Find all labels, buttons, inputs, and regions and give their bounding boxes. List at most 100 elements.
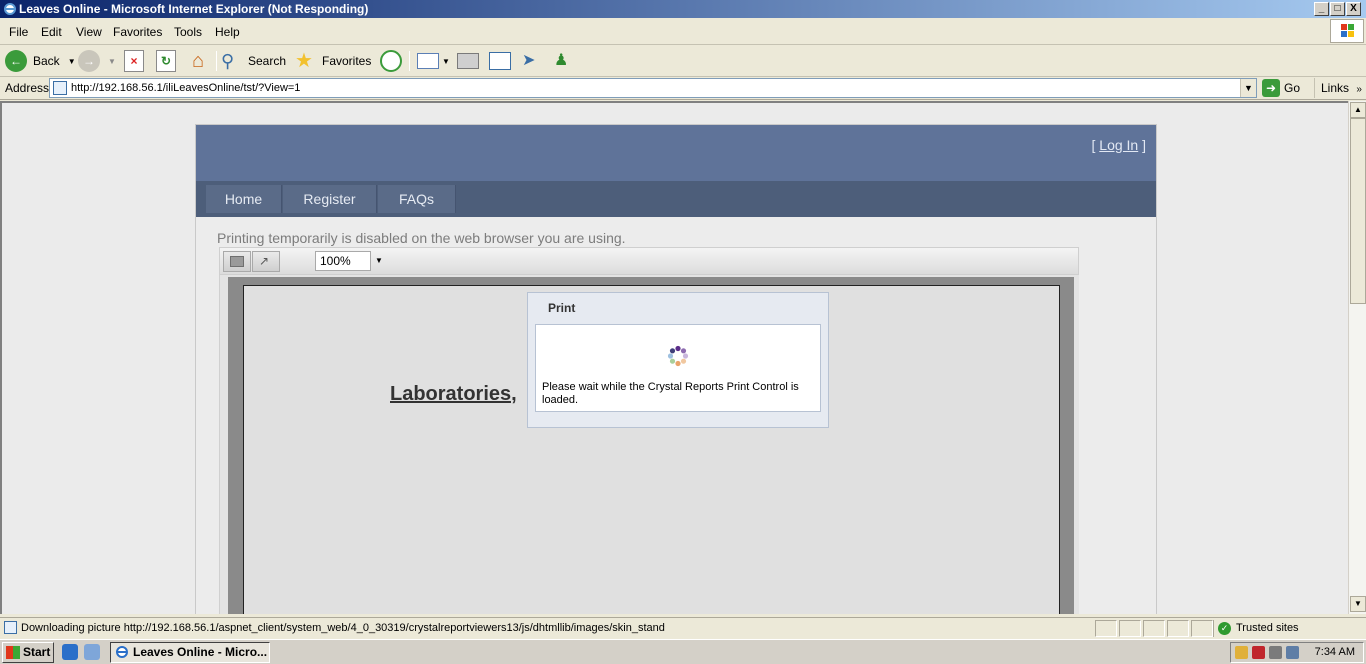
chevron-right-icon: » <box>1356 84 1362 95</box>
printer-icon <box>230 256 244 267</box>
scroll-down-icon[interactable]: ▼ <box>1350 596 1366 612</box>
messenger-icon: ♟ <box>554 52 569 69</box>
page-viewport: [ Log In ] Home Register FAQs Printing t… <box>0 101 1348 614</box>
forward-arrow-icon: → <box>78 50 100 72</box>
taskbar-ie-button[interactable]: Leaves Online - Micro... <box>110 642 270 663</box>
messenger-button[interactable]: ♟ <box>554 49 576 73</box>
status-panel <box>1119 620 1141 637</box>
internet-explorer-icon <box>116 646 128 658</box>
quicklaunch-desktop-icon[interactable] <box>84 644 100 660</box>
stop-button[interactable]: × <box>124 49 144 73</box>
minimize-button[interactable]: _ <box>1314 2 1329 16</box>
status-panel <box>1143 620 1165 637</box>
internet-explorer-icon <box>4 3 16 15</box>
page-icon <box>53 81 67 95</box>
back-arrow-icon: ← <box>5 50 27 72</box>
edit-button[interactable] <box>489 49 511 73</box>
menu-favorites[interactable]: Favorites <box>113 25 162 39</box>
tray-shield-icon[interactable] <box>1252 646 1265 659</box>
zoom-dropdown-icon[interactable]: ▼ <box>373 251 385 271</box>
mail-button[interactable]: ▼ <box>417 49 450 73</box>
report-viewer-toolbar: ↗ 100% ▼ <box>219 247 1079 275</box>
menu-edit[interactable]: Edit <box>41 25 62 39</box>
status-panel <box>1167 620 1189 637</box>
back-dropdown-icon[interactable]: ▼ <box>68 57 76 66</box>
taskbar: Start Leaves Online - Micro... 7:34 AM <box>0 639 1366 664</box>
links-button[interactable]: Links » <box>1314 78 1362 98</box>
site-header: [ Log In ] <box>196 125 1156 181</box>
nav-register[interactable]: Register <box>283 185 377 213</box>
menu-tools[interactable]: Tools <box>174 25 202 39</box>
stop-icon: × <box>124 50 144 72</box>
close-button[interactable]: X <box>1346 2 1361 16</box>
menu-view[interactable]: View <box>76 25 102 39</box>
cursor-icon: ➤ <box>522 52 536 69</box>
window-title-bar[interactable]: Leaves Online - Microsoft Internet Explo… <box>0 0 1366 18</box>
status-panel <box>1095 620 1117 637</box>
go-button[interactable]: ➜ Go <box>1262 78 1308 98</box>
menu-file[interactable]: File <box>9 25 28 39</box>
tray-app-icon[interactable] <box>1286 646 1299 659</box>
address-label: Address <box>5 81 50 95</box>
menu-help[interactable]: Help <box>215 25 240 39</box>
history-button[interactable] <box>380 49 402 73</box>
favorites-label: Favorites <box>322 54 372 68</box>
menu-bar: File Edit View Favorites Tools Help <box>0 18 1366 45</box>
favorites-button[interactable]: ★ Favorites <box>295 49 371 73</box>
viewer-print-button[interactable] <box>223 251 251 272</box>
go-arrow-icon: ➜ <box>1262 79 1280 97</box>
print-button[interactable] <box>457 49 479 73</box>
browser-toolbar: ← Back ▼ → ▼ × ↻ ⌂ ⚲ Search ★ Favorites … <box>0 45 1366 77</box>
print-dialog-body: Please wait while the Crystal Reports Pr… <box>535 324 821 412</box>
print-dialog: Print Please wait while the Crystal Repo… <box>527 292 829 428</box>
login-link[interactable]: Log In <box>1099 137 1138 153</box>
forward-dropdown-icon[interactable]: ▼ <box>108 57 116 66</box>
start-button[interactable]: Start <box>2 642 54 663</box>
status-text: Downloading picture http://192.168.56.1/… <box>21 622 665 634</box>
vertical-scrollbar[interactable]: ▲ ▼ <box>1348 101 1366 614</box>
url-input[interactable] <box>71 80 1236 96</box>
windows-logo <box>1330 19 1364 43</box>
address-dropdown-icon[interactable]: ▼ <box>1240 79 1256 97</box>
scroll-up-icon[interactable]: ▲ <box>1350 102 1366 118</box>
back-label: Back <box>33 54 60 68</box>
back-button[interactable]: ← Back ▼ <box>5 49 76 73</box>
viewer-export-button[interactable]: ↗ <box>252 251 280 272</box>
nav-home[interactable]: Home <box>206 185 282 213</box>
links-label: Links <box>1321 81 1350 95</box>
mail-dropdown-icon[interactable]: ▼ <box>442 57 450 66</box>
nav-faqs[interactable]: FAQs <box>378 185 456 213</box>
quicklaunch-ie-icon[interactable] <box>62 644 78 660</box>
security-zone[interactable]: ✓ Trusted sites <box>1213 620 1363 637</box>
star-icon: ★ <box>295 50 313 72</box>
print-dialog-title: Print <box>548 301 576 315</box>
loading-spinner-icon <box>667 345 689 367</box>
refresh-icon: ↻ <box>156 50 176 72</box>
printer-icon <box>457 53 479 69</box>
mail-icon <box>417 53 439 69</box>
tray-network-icon[interactable] <box>1235 646 1248 659</box>
page-loading-icon <box>4 621 17 634</box>
system-tray: 7:34 AM <box>1230 642 1364 663</box>
export-icon: ↗ <box>259 254 270 268</box>
checkmark-icon: ✓ <box>1218 622 1231 635</box>
tray-volume-icon[interactable] <box>1269 646 1282 659</box>
zoom-select[interactable]: 100% <box>315 251 371 271</box>
status-bar: Downloading picture http://192.168.56.1/… <box>0 617 1366 639</box>
forward-button[interactable]: → ▼ <box>78 49 116 73</box>
login-link-wrapper: [ Log In ] <box>1091 137 1147 153</box>
home-button[interactable]: ⌂ <box>187 49 209 73</box>
discuss-button[interactable]: ➤ <box>522 49 542 73</box>
search-button[interactable]: ⚲ Search <box>221 49 286 73</box>
refresh-button[interactable]: ↻ <box>156 49 176 73</box>
print-disabled-message: Printing temporarily is disabled on the … <box>217 230 626 246</box>
search-label: Search <box>248 54 287 68</box>
address-field[interactable]: ▼ <box>49 78 1257 98</box>
taskbar-ie-label: Leaves Online - Micro... <box>133 645 268 659</box>
windows-flag-icon <box>1341 24 1354 37</box>
start-label: Start <box>23 645 51 659</box>
maximize-button[interactable]: □ <box>1330 2 1345 16</box>
scroll-thumb[interactable] <box>1350 118 1366 304</box>
toolbar-separator <box>216 51 217 71</box>
windows-flag-icon <box>6 646 20 659</box>
